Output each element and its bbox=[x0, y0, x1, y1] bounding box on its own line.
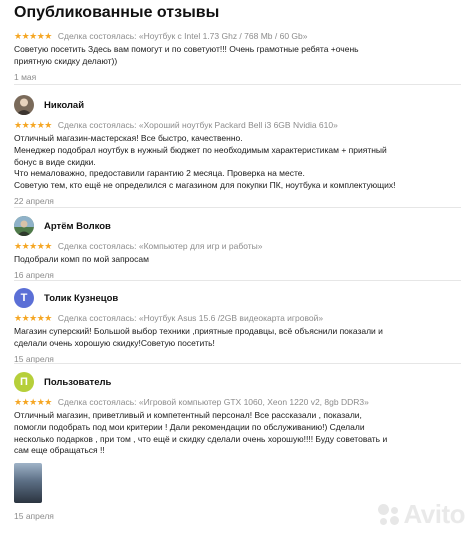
review-header: Т Толик Кузнецов bbox=[14, 287, 469, 309]
divider bbox=[14, 207, 461, 208]
review-item: ★★★★★ Сделка состоялась: «Ноутбук с Inte… bbox=[14, 30, 469, 82]
avatar[interactable] bbox=[14, 95, 34, 115]
deal-info[interactable]: Сделка состоялась: «Компьютер для игр и … bbox=[58, 241, 263, 251]
avatar[interactable]: П bbox=[14, 372, 34, 392]
rating-stars: ★★★★★ bbox=[14, 30, 52, 41]
review-date: 16 апреля bbox=[14, 269, 54, 280]
review-item: Артём Волков ★★★★★ Сделка состоялась: «К… bbox=[14, 215, 469, 280]
review-text: Отличный магазин, приветливый и компетен… bbox=[14, 410, 388, 456]
deal-info[interactable]: Сделка состоялась: «Хороший ноутбук Pack… bbox=[58, 120, 338, 130]
deal-info[interactable]: Сделка состоялась: «Ноутбук Asus 15.6 /2… bbox=[58, 313, 323, 323]
avito-wordmark: Avito bbox=[403, 499, 465, 529]
review-item: Николай ★★★★★ Сделка состоялась: «Хороши… bbox=[14, 94, 469, 206]
review-text: Отличный магазин-мастерская! Все быстро,… bbox=[14, 133, 396, 191]
avito-watermark: Avito bbox=[376, 499, 465, 530]
review-item: Т Толик Кузнецов ★★★★★ Сделка состоялась… bbox=[14, 287, 469, 364]
divider bbox=[14, 280, 461, 281]
rating-stars: ★★★★★ bbox=[14, 396, 52, 407]
rating-stars: ★★★★★ bbox=[14, 119, 52, 130]
review-header: П Пользователь bbox=[14, 371, 469, 393]
review-date: 22 апреля bbox=[14, 195, 54, 206]
divider bbox=[14, 84, 461, 85]
author-name[interactable]: Пользователь bbox=[44, 377, 111, 388]
user-photo-icon bbox=[14, 216, 34, 236]
avito-logo-icon bbox=[376, 503, 400, 527]
review-meta: ★★★★★ Сделка состоялась: «Хороший ноутбу… bbox=[14, 119, 469, 131]
rating-stars: ★★★★★ bbox=[14, 312, 52, 323]
review-text: Подобрали комп по мой запросам bbox=[14, 254, 149, 264]
review-header: Артём Волков bbox=[14, 215, 469, 237]
review-meta: ★★★★★ Сделка состоялась: «Ноутбук Asus 1… bbox=[14, 312, 469, 324]
deal-info[interactable]: Сделка состоялась: «Ноутбук с Intel 1.73… bbox=[58, 31, 308, 41]
user-photo-icon bbox=[16, 98, 32, 115]
review-date: 1 мая bbox=[14, 71, 37, 82]
avatar[interactable] bbox=[14, 216, 34, 236]
page-title: Опубликованные отзывы bbox=[14, 4, 220, 21]
review-photo-thumbnail[interactable] bbox=[14, 463, 42, 504]
review-meta: ★★★★★ Сделка состоялась: «Компьютер для … bbox=[14, 240, 469, 252]
avatar[interactable]: Т bbox=[14, 288, 34, 308]
author-name[interactable]: Николай bbox=[44, 100, 84, 111]
review-meta: ★★★★★ Сделка состоялась: «Игровой компью… bbox=[14, 396, 469, 408]
divider bbox=[14, 363, 461, 364]
review-text: Магазин суперский! Большой выбор техники… bbox=[14, 326, 383, 348]
avatar-letter: П bbox=[20, 376, 28, 388]
author-name[interactable]: Толик Кузнецов bbox=[44, 293, 118, 304]
author-name[interactable]: Артём Волков bbox=[44, 221, 111, 232]
review-text: Советую посетить Здесь вам помогут и по … bbox=[14, 44, 359, 66]
deal-info[interactable]: Сделка состоялась: «Игровой компьютер GT… bbox=[58, 397, 369, 407]
avatar-letter: Т bbox=[20, 292, 28, 304]
review-meta: ★★★★★ Сделка состоялась: «Ноутбук с Inte… bbox=[14, 30, 469, 42]
review-header: Николай bbox=[14, 94, 469, 116]
rating-stars: ★★★★★ bbox=[14, 240, 52, 251]
